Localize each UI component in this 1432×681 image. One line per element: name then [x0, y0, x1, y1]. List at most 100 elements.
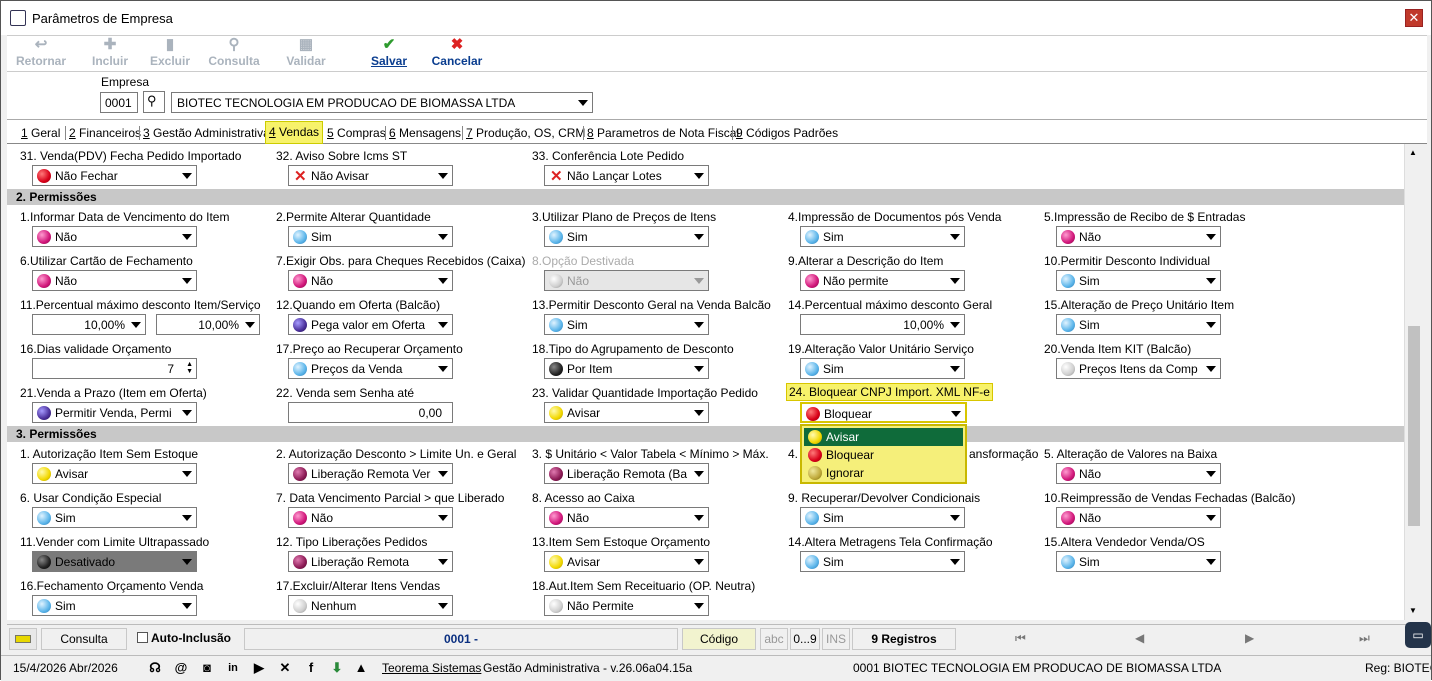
empresa-search-button[interactable]: ⚲ — [143, 91, 165, 113]
registros-count: 9 Registros — [852, 628, 956, 650]
salvar-button[interactable]: ✔ Salvar — [365, 36, 413, 70]
tab-vendas[interactable]: 4 Vendas — [265, 121, 324, 144]
field-label: 19.Alteração Valor Unitário Serviço — [788, 342, 974, 356]
excluir-alterar-itens-select[interactable]: Nenhum — [288, 595, 453, 616]
footer-company: 0001 BIOTEC TECNOLOGIA EM PRODUCAO DE BI… — [853, 661, 1222, 675]
youtube-icon[interactable]: ▶ — [251, 660, 267, 676]
alteracao-preco-unitario-select[interactable]: Sim — [1056, 314, 1221, 335]
field-label: 11.Percentual máximo desconto Item/Servi… — [20, 298, 261, 312]
venda-sem-senha-field[interactable]: 0,00 — [288, 402, 453, 423]
data-vencimento-parcial-select[interactable]: Não — [288, 507, 453, 528]
autorizacao-item-sem-estoque-select[interactable]: Avisar — [32, 463, 197, 484]
percentual-desconto-item-select[interactable]: 10,00% — [32, 314, 146, 335]
venda-fecha-pedido-select[interactable]: Não Fechar — [32, 165, 197, 186]
select-value: Não — [1079, 467, 1102, 481]
graduation-cap-icon[interactable]: ▲ — [353, 660, 369, 676]
chevron-down-icon — [1206, 366, 1216, 372]
tab-compras[interactable]: 5 Compras — [327, 123, 386, 143]
option-ignorar[interactable]: Ignorar — [804, 464, 963, 482]
altera-vendedor-select[interactable]: Sim — [1056, 551, 1221, 572]
spin-arrows-icon[interactable]: ▲ ▼ — [186, 361, 193, 375]
select-value: Avisar — [567, 555, 601, 569]
incluir-button[interactable]: ✚ Incluir — [85, 36, 135, 70]
alteracao-valores-baixa-select[interactable]: Não — [1056, 463, 1221, 484]
tab-gestao-administrativa[interactable]: 3 Gestão Administrativa — [143, 123, 270, 143]
aviso-icms-select[interactable]: ✕ Não Avisar — [288, 165, 453, 186]
unitario-valor-tabela-select[interactable]: Liberação Remota (Ba — [544, 463, 709, 484]
alterar-descricao-select[interactable]: Não permite — [800, 270, 965, 291]
bloquear-cnpj-select[interactable]: Bloquear — [800, 402, 967, 423]
linkedin-icon[interactable]: in — [225, 660, 241, 676]
cancelar-button[interactable]: ✖ Cancelar — [429, 36, 485, 70]
preco-recuperar-orcamento-select[interactable]: Preços da Venda — [288, 358, 453, 379]
impressao-recibo-select[interactable]: Não — [1056, 226, 1221, 247]
autorizacao-desconto-select[interactable]: Liberação Remota Ver — [288, 463, 453, 484]
tab-geral[interactable]: 1 Geral — [21, 123, 60, 143]
plano-precos-select[interactable]: Sim — [544, 226, 709, 247]
conferencia-lote-select[interactable]: ✕ Não Lançar Lotes — [544, 165, 709, 186]
condicao-especial-select[interactable]: Sim — [32, 507, 197, 528]
vender-limite-ultrapassado-select[interactable]: Desativado — [32, 551, 197, 572]
option-bloquear[interactable]: Bloquear — [804, 446, 963, 464]
tipo-liberacoes-pedidos-select[interactable]: Liberação Remota — [288, 551, 453, 572]
instagram-icon[interactable]: ◙ — [199, 660, 215, 676]
consulta-status[interactable]: Consulta — [41, 628, 127, 650]
desconto-individual-select[interactable]: Sim — [1056, 270, 1221, 291]
vertical-scrollbar[interactable]: ▲ ▼ — [1404, 144, 1422, 620]
empresa-code-field[interactable]: 0001 — [100, 92, 138, 113]
tab-financeiros[interactable]: 2 Financeiros — [69, 123, 141, 143]
recuperar-condicionais-select[interactable]: Sim — [800, 507, 965, 528]
permite-alterar-quantidade-select[interactable]: Sim — [288, 226, 453, 247]
altera-metragens-select[interactable]: Sim — [800, 551, 965, 572]
codigo-button[interactable]: Código — [682, 628, 756, 650]
percentual-desconto-geral-select[interactable]: 10,00% — [800, 314, 965, 335]
consulta-button[interactable]: ⚲ Consulta — [205, 36, 263, 70]
facebook-icon[interactable]: f — [303, 660, 319, 676]
tab-mensagens[interactable]: 6 Mensagens — [389, 123, 461, 143]
alteracao-valor-servico-select[interactable]: Sim — [800, 358, 965, 379]
option-avisar[interactable]: Avisar — [804, 428, 963, 446]
next-record-icon[interactable]: ▶ — [1245, 628, 1254, 648]
quando-em-oferta-select[interactable]: Pega valor em Oferta — [288, 314, 453, 335]
email-icon[interactable]: @ — [173, 660, 189, 676]
teorema-link[interactable]: Teorema Sistemas — [382, 661, 481, 675]
desconto-geral-balcao-select[interactable]: Sim — [544, 314, 709, 335]
tab-nota-fiscal[interactable]: 8 Parametros de Nota Fiscal — [587, 123, 739, 143]
headset-icon[interactable]: ☊ — [147, 660, 163, 676]
last-record-icon[interactable]: ⏭ — [1359, 628, 1370, 648]
excluir-button[interactable]: ▮ Excluir — [145, 36, 195, 70]
retornar-button[interactable]: ↩ Retornar — [11, 36, 71, 70]
fechamento-orcamento-select[interactable]: Sim — [32, 595, 197, 616]
scroll-up-icon[interactable]: ▲ — [1409, 148, 1417, 157]
aut-item-sem-receituario-select[interactable]: Não Permite — [544, 595, 709, 616]
informar-data-vencimento-select[interactable]: Não — [32, 226, 197, 247]
validar-button[interactable]: ▦ Validar — [281, 36, 331, 70]
side-panel-handle-icon[interactable]: ▭ — [1405, 622, 1431, 648]
item-sem-estoque-orcamento-select[interactable]: Avisar — [544, 551, 709, 572]
scroll-thumb[interactable] — [1408, 326, 1420, 526]
close-button[interactable]: ✕ — [1405, 9, 1423, 27]
tab-codigos-padroes[interactable]: 9 Códigos Padrões — [736, 123, 838, 143]
tab-producao[interactable]: 7 Produção, OS, CRM — [466, 123, 585, 143]
select-value: Pega valor em Oferta — [311, 318, 426, 332]
validar-quantidade-importacao-select[interactable]: Avisar — [544, 402, 709, 423]
option-label: Bloquear — [826, 448, 875, 462]
keyboard-button[interactable] — [9, 628, 37, 650]
reimpressao-vendas-select[interactable]: Não — [1056, 507, 1221, 528]
prev-record-icon[interactable]: ◀ — [1135, 628, 1144, 648]
venda-item-kit-select[interactable]: Preços Itens da Comp — [1056, 358, 1221, 379]
percentual-desconto-servico-select[interactable]: 10,00% — [156, 314, 260, 335]
agrupamento-desconto-select[interactable]: Por Item — [544, 358, 709, 379]
field-label: 3.Utilizar Plano de Preços de Itens — [532, 210, 717, 224]
venda-a-prazo-select[interactable]: Permitir Venda, Permi — [32, 402, 197, 423]
auto-inclusao-checkbox[interactable]: Auto-Inclusão — [131, 628, 241, 650]
exigir-obs-cheques-select[interactable]: Não — [288, 270, 453, 291]
impressao-documentos-select[interactable]: Sim — [800, 226, 965, 247]
x-twitter-icon[interactable]: ✕ — [277, 660, 293, 676]
scroll-down-icon[interactable]: ▼ — [1409, 606, 1417, 615]
empresa-name-select[interactable]: BIOTEC TECNOLOGIA EM PRODUCAO DE BIOMASS… — [171, 92, 593, 113]
first-record-icon[interactable]: ⏮ — [1015, 628, 1026, 648]
cartao-fechamento-select[interactable]: Não — [32, 270, 197, 291]
acesso-caixa-select[interactable]: Não — [544, 507, 709, 528]
dias-validade-orcamento-stepper[interactable]: 7 ▲ ▼ — [32, 358, 197, 379]
